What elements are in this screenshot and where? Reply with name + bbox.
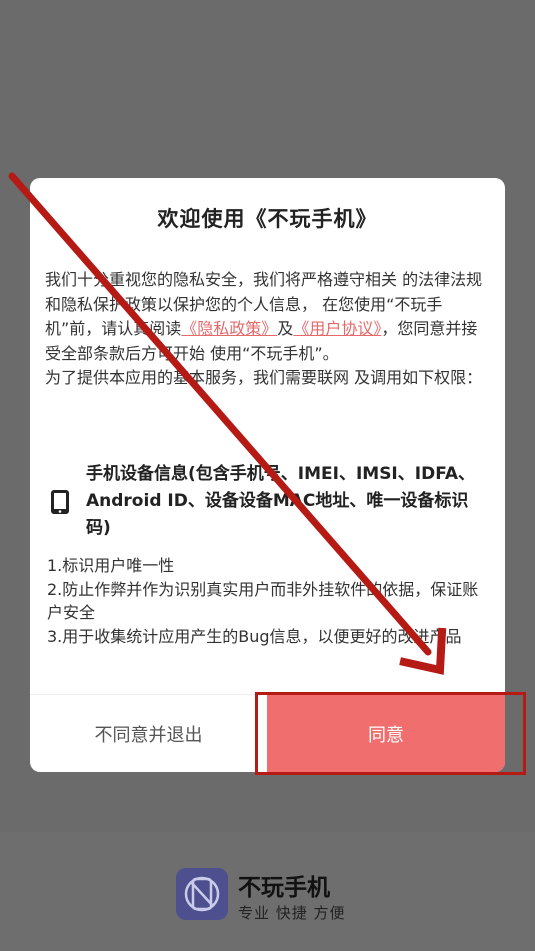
and-text: 及: [277, 319, 294, 338]
no-phone-icon: [184, 876, 220, 912]
annotation-highlight-box: [255, 692, 526, 775]
permission-intro: 为了提供本应用的基本服务，我们需要联网 及调用如下权限：: [45, 368, 483, 387]
privacy-policy-link[interactable]: 《隐私政策》: [181, 319, 277, 338]
permission-item: 手机设备信息(包含手机号、IMEI、IMSI、IDFA、Android ID、设…: [48, 461, 488, 545]
app-logo: [176, 868, 228, 920]
smartphone-icon: [51, 490, 69, 514]
dialog-title: 欢迎使用《不玩手机》: [157, 207, 378, 231]
splash-footer: 不玩手机 专业 快捷 方便: [0, 832, 535, 951]
intro-paragraph: 我们十分重视您的隐私安全，我们将严格遵守相关 的法律法规和隐私保护政策以保护您的…: [45, 268, 492, 366]
decline-exit-button[interactable]: 不同意并退出: [30, 695, 267, 772]
user-agreement-link[interactable]: 《用户协议》: [293, 319, 381, 338]
reason-item: 2.防止作弊并作为识别真实用户而非外挂软件的依据，保证账户安全: [47, 579, 479, 623]
app-name: 不玩手机: [238, 875, 330, 901]
dialog-body: 我们十分重视您的隐私安全，我们将严格遵守相关 的法律法规和隐私保护政策以保护您的…: [45, 268, 492, 391]
reasons-list: 1.标识用户唯一性 2.防止作弊并作为识别真实用户而非外挂软件的依据，保证账户安…: [47, 554, 492, 648]
reason-item: 3.用于收集统计应用产生的Bug信息，以便更好的改进产品: [47, 626, 462, 646]
reason-item: 1.标识用户唯一性: [47, 556, 175, 575]
privacy-dialog: 欢迎使用《不玩手机》 我们十分重视您的隐私安全，我们将严格遵守相关 的法律法规和…: [30, 178, 505, 772]
permission-title: 手机设备信息(包含手机号、IMEI、IMSI、IDFA、Android ID、设…: [86, 464, 476, 538]
app-slogan: 专业 快捷 方便: [238, 904, 346, 922]
